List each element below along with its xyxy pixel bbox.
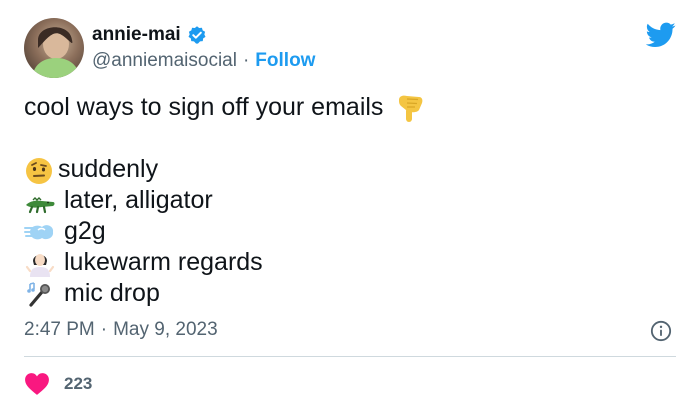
sign-off-label: g2g (64, 217, 106, 245)
like-count: 223 (64, 374, 93, 393)
verified-badge-icon (188, 26, 206, 44)
info-icon[interactable] (650, 320, 672, 342)
sign-off-label: mic drop (64, 279, 160, 307)
sign-off-item: mic drop (24, 278, 435, 309)
tweet-card: annie-mai @anniemaisocial · Follow cool … (0, 0, 700, 411)
separator-dot: · (242, 50, 250, 71)
dash-icon (24, 218, 56, 246)
sign-off-item: later, alligator (24, 185, 435, 216)
microphone-icon (24, 280, 56, 308)
sign-off-item: g2g (24, 216, 435, 247)
tweet-date: May 9, 2023 (113, 319, 218, 340)
display-name[interactable]: annie-mai (92, 24, 181, 46)
raised-eyebrow-face-icon (24, 156, 56, 184)
avatar[interactable] (24, 18, 84, 78)
heart-icon[interactable] (24, 372, 50, 396)
person-shrugging-icon (24, 249, 56, 277)
tweet-time: 2:47 PM (24, 319, 95, 340)
divider (24, 356, 676, 357)
handle-row: @anniemaisocial · Follow (92, 50, 315, 72)
twitter-bird-icon[interactable] (646, 22, 676, 48)
sign-off-item: lukewarm regards (24, 247, 435, 278)
tweet-text: cool ways to sign off your emails sudden… (24, 92, 435, 309)
timestamp[interactable]: 2:47 PM · May 9, 2023 (24, 319, 218, 341)
backhand-index-pointing-down-icon (395, 94, 427, 122)
like-row[interactable]: 223 (24, 372, 92, 396)
sign-off-label: later, alligator (64, 186, 213, 214)
follow-button[interactable]: Follow (255, 50, 315, 72)
sign-off-item: suddenly (24, 154, 435, 185)
sign-off-label: suddenly (58, 155, 159, 183)
display-name-row: annie-mai (92, 24, 207, 46)
tweet-intro: cool ways to sign off your emails (24, 93, 384, 121)
separator-dot: · (100, 319, 108, 340)
tweet-intro-line: cool ways to sign off your emails (24, 92, 435, 123)
sign-off-label: lukewarm regards (64, 248, 263, 276)
handle[interactable]: @anniemaisocial (92, 50, 237, 72)
crocodile-icon (24, 187, 56, 215)
